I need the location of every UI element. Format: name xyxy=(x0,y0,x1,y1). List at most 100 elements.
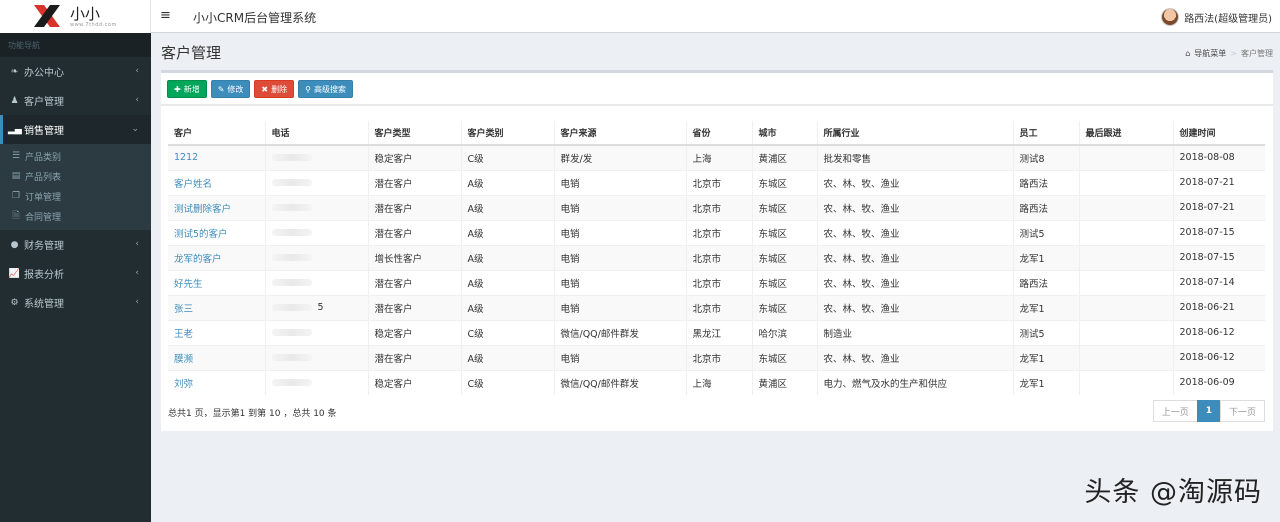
table-cell[interactable]: 王老 xyxy=(168,319,265,345)
copy-icon: ❐ xyxy=(11,191,21,201)
redacted-phone xyxy=(271,304,312,311)
sidebar-subitem-label: 合同管理 xyxy=(25,212,62,223)
app-title: 小小CRM后台管理系统 xyxy=(193,11,317,25)
table-cell: 2018-08-08 xyxy=(1172,144,1265,170)
table-row[interactable]: 测试删除客户 潜在客户 A级 电销 北京市 东城区 农、林、牧、渔业 路西法 2018-07-2… xyxy=(168,194,1265,220)
table-cell[interactable]: 测试5的客户 xyxy=(168,219,265,245)
table-cell: 稳定客户 xyxy=(367,369,461,395)
line-chart-icon: 📈 xyxy=(8,268,21,279)
search-icon: ⚲ xyxy=(305,84,311,94)
edit-icon: ✎ xyxy=(217,84,225,94)
table-cell: 农、林、牧、渔业 xyxy=(816,294,1013,320)
table-cell: 上海 xyxy=(685,144,752,170)
sidebar-item-customers[interactable]: ♟ 客户管理 ‹ xyxy=(0,86,151,115)
table-cell: 潜在客户 xyxy=(367,169,461,195)
sidebar-item-reports[interactable]: 📈 报表分析 ‹ xyxy=(0,259,151,288)
pagination: 上一页 1 下一页 xyxy=(1152,400,1265,422)
table-cell: 哈尔滨 xyxy=(751,319,817,345)
table-row[interactable]: 测试5的客户 潜在客户 A级 电销 北京市 东城区 农、林、牧、渔业 测试5 2018-07-1… xyxy=(168,219,1265,245)
table-cell xyxy=(1078,169,1173,195)
column-header[interactable]: 创建时间 xyxy=(1172,121,1265,146)
column-header[interactable]: 最后跟进 xyxy=(1078,121,1173,146)
column-header[interactable]: 城市 xyxy=(751,121,817,146)
column-header[interactable]: 省份 xyxy=(685,121,752,146)
table-cell[interactable]: 测试删除客户 xyxy=(168,194,265,220)
sidebar-item-system[interactable]: ⚙ 系统管理 ‹ xyxy=(0,288,151,317)
user-menu[interactable]: 路西法(超级管理员) xyxy=(1161,6,1272,28)
table-cell: 测试8 xyxy=(1012,144,1079,170)
table-cell: 龙军1 xyxy=(1012,344,1079,370)
table-cell xyxy=(264,219,368,245)
table-cell: 电销 xyxy=(553,194,686,220)
table-row[interactable]: 膜濒 潜在客户 A级 电销 北京市 东城区 农、林、牧、渔业 龙军1 2018-06-12 xyxy=(168,344,1265,370)
delete-button[interactable]: ✖ 删除 xyxy=(254,80,295,98)
column-header[interactable]: 所属行业 xyxy=(816,121,1013,146)
sidebar-item-sales[interactable]: ▂▄ 销售管理 ⌄ xyxy=(0,115,151,144)
table-cell: 微信/QQ/邮件群发 xyxy=(553,369,686,395)
table-cell xyxy=(264,369,368,395)
menu-toggle-icon[interactable]: ≡ xyxy=(160,9,171,23)
table-cell: 上海 xyxy=(685,369,752,395)
table-cell: 北京市 xyxy=(685,244,752,270)
add-button[interactable]: ✚ 新增 xyxy=(167,80,207,98)
table-row[interactable]: 龙军的客户 增长性客户 A级 电销 北京市 东城区 农、林、牧、渔业 龙军1 2018-07-1… xyxy=(168,244,1265,270)
column-header[interactable]: 客户 xyxy=(168,121,265,146)
page-title: 客户管理 xyxy=(161,44,222,62)
column-header[interactable]: 电话 xyxy=(264,121,368,146)
redacted-phone xyxy=(271,354,312,361)
table-cell: 微信/QQ/邮件群发 xyxy=(553,319,686,345)
column-header[interactable]: 客户类别 xyxy=(460,121,554,146)
divider xyxy=(161,104,1273,106)
breadcrumb: ⌂ 导航菜单 > 客户管理 xyxy=(1185,48,1273,59)
sidebar-item-office[interactable]: ❧ 办公中心 ‹ xyxy=(0,57,151,86)
next-page-button[interactable]: 下一页 xyxy=(1219,400,1265,422)
sidebar-subitem-product-categories[interactable]: ☰ 产品类别 xyxy=(0,146,151,166)
sidebar-submenu-sales: ☰ 产品类别 ▤ 产品列表 ❐ 订单管理 🗎 合同管理 xyxy=(0,144,151,230)
table-cell xyxy=(1078,144,1173,170)
table-cell[interactable]: 龙军的客户 xyxy=(168,244,265,270)
advanced-search-button[interactable]: ⚲ 高级搜索 xyxy=(298,80,353,98)
table-cell: 潜在客户 xyxy=(367,294,461,320)
table-cell xyxy=(1078,244,1173,270)
customer-panel: ✚ 新增 ✎ 修改 ✖ 删除 ⚲ 高级搜索 客户 电话 客户类型 客户类别 客户… xyxy=(161,70,1273,431)
table-cell xyxy=(1078,219,1173,245)
table-cell[interactable]: 膜濒 xyxy=(168,344,265,370)
table-cell xyxy=(264,344,368,370)
sidebar-subitem-label: 产品类别 xyxy=(25,152,62,163)
table-cell xyxy=(1078,319,1173,345)
column-header[interactable]: 客户类型 xyxy=(367,121,461,146)
table-row[interactable]: 好先生 潜在客户 A级 电销 北京市 东城区 农、林、牧、渔业 路西法 2018-07-14 xyxy=(168,269,1265,295)
breadcrumb-separator: > xyxy=(1230,49,1237,58)
table-cell[interactable]: 客户姓名 xyxy=(168,169,265,195)
breadcrumb-home[interactable]: 导航菜单 xyxy=(1194,48,1226,59)
sidebar-item-finance[interactable]: ● 财务管理 ‹ xyxy=(0,230,151,259)
table-cell[interactable]: 好先生 xyxy=(168,269,265,295)
sidebar-subitem-contracts[interactable]: 🗎 合同管理 xyxy=(0,206,151,226)
table-row[interactable]: 王老 稳定客户 C级 微信/QQ/邮件群发 黑龙江 哈尔滨 制造业 测试5 2018-06-12 xyxy=(168,319,1265,345)
table-cell[interactable]: 刘弥 xyxy=(168,369,265,395)
redacted-phone xyxy=(271,179,312,186)
table-cell: 北京市 xyxy=(685,269,752,295)
watermark: 头条 @淘源码 xyxy=(1084,477,1262,508)
table-cell: 2018-07-15 xyxy=(1172,244,1265,270)
page-button-current[interactable]: 1 xyxy=(1196,400,1221,422)
table-row[interactable]: 1212 稳定客户 C级 群发/发 上海 黄浦区 批发和零售 测试8 2018-08-08 xyxy=(168,144,1265,170)
table-cell[interactable]: 张三 xyxy=(168,294,265,320)
logo[interactable]: 小小 www.7thdd.com xyxy=(0,0,151,33)
chevron-left-icon: ‹ xyxy=(135,239,139,249)
table-cell: 龙军1 xyxy=(1012,369,1079,395)
column-header[interactable]: 客户来源 xyxy=(553,121,686,146)
table-cell: 北京市 xyxy=(685,344,752,370)
sidebar-subitem-product-list[interactable]: ▤ 产品列表 xyxy=(0,166,151,186)
table-row[interactable]: 刘弥 稳定客户 C级 微信/QQ/邮件群发 上海 黄浦区 电力、燃气及水的生产和供应 龙军1 2… xyxy=(168,369,1265,395)
column-header[interactable]: 员工 xyxy=(1012,121,1079,146)
chevron-left-icon: ‹ xyxy=(135,268,139,278)
table-row[interactable]: 张三 5 潜在客户 A级 电销 北京市 东城区 农、林、牧、渔业 龙军1 2018-06-21 xyxy=(168,294,1265,320)
table-cell: 黄浦区 xyxy=(751,144,817,170)
edit-button[interactable]: ✎ 修改 xyxy=(210,80,251,98)
sidebar-subitem-orders[interactable]: ❐ 订单管理 xyxy=(0,186,151,206)
prev-page-button[interactable]: 上一页 xyxy=(1152,400,1198,422)
table-cell[interactable]: 1212 xyxy=(168,144,265,170)
table-cell: 农、林、牧、渔业 xyxy=(816,269,1013,295)
table-row[interactable]: 客户姓名 潜在客户 A级 电销 北京市 东城区 农、林、牧、渔业 路西法 2018-07-21 xyxy=(168,169,1265,195)
